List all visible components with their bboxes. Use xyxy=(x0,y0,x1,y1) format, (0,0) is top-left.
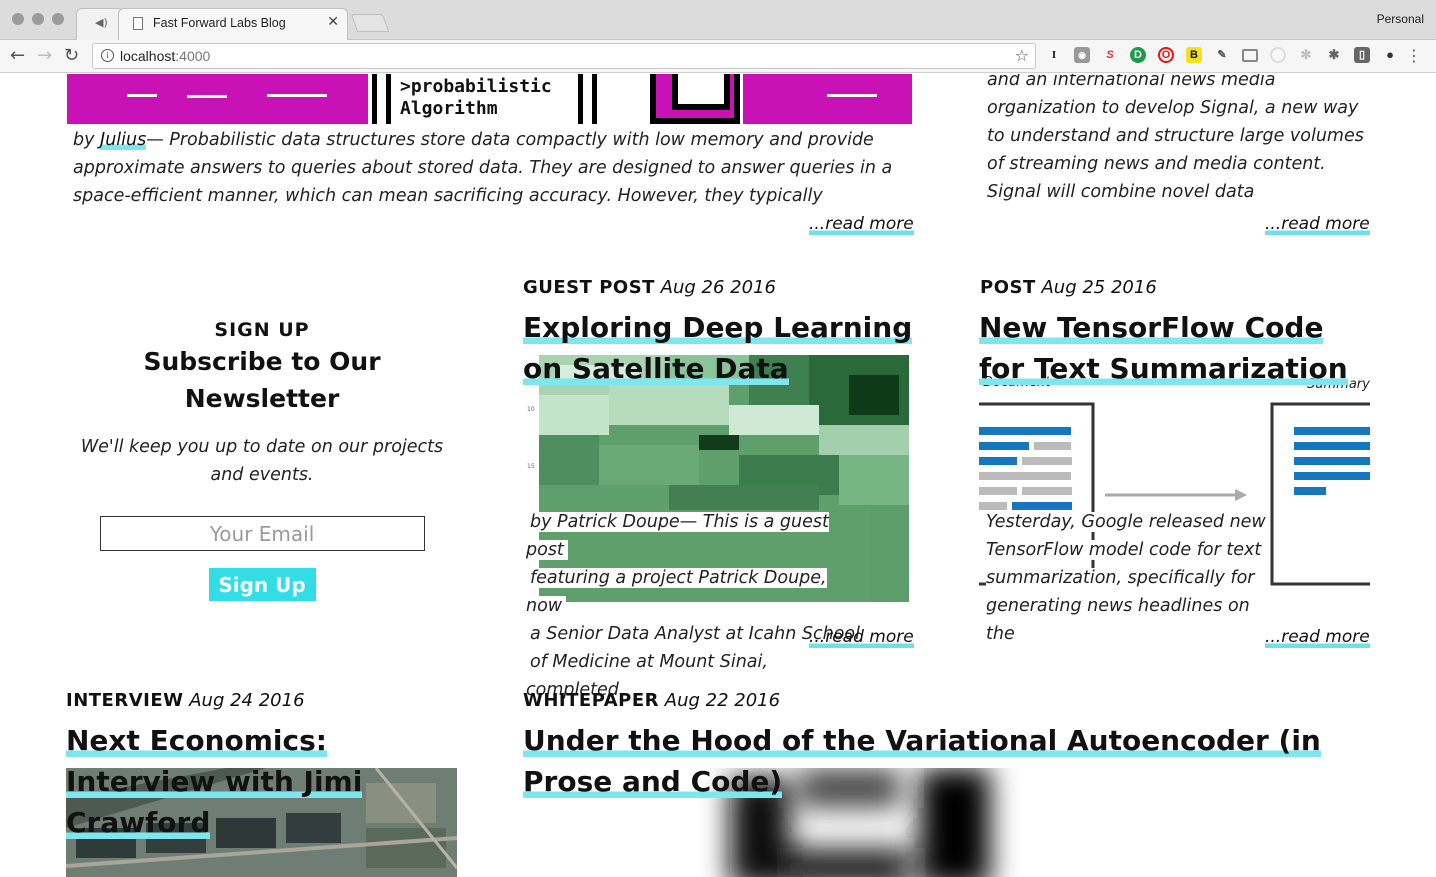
d-extension-icon[interactable]: D xyxy=(1130,47,1146,63)
excerpt-line: featuring a project Patrick Doupe, now xyxy=(526,568,827,616)
author-link-julius[interactable]: Julius xyxy=(100,130,147,150)
excerpt-line: by Patrick Doupe— This is a guest post xyxy=(526,512,829,560)
excerpt-line: Yesterday, Google released new xyxy=(986,512,1270,532)
b-extension-icon[interactable]: B xyxy=(1186,47,1202,63)
address-bar[interactable]: i localhost:4000 ☆ xyxy=(92,43,1036,69)
gear-extension-icon[interactable]: ✻ xyxy=(1298,47,1314,63)
signup-title: Subscribe to Our Newsletter xyxy=(143,347,381,413)
circle-extension-icon[interactable] xyxy=(1270,47,1286,63)
browser-tab-strip: ◀) Fast Forward Labs Blog ✕ Personal xyxy=(0,0,1436,40)
axis-tick: 15 xyxy=(527,463,535,470)
minimize-window-button[interactable] xyxy=(32,13,44,25)
opera-extension-icon[interactable]: O xyxy=(1158,47,1174,63)
email-field[interactable] xyxy=(99,516,425,551)
excerpt-line: TensorFlow model code for text xyxy=(986,540,1266,560)
excerpt-line: summarization, specifically for xyxy=(986,568,1259,588)
camera-extension-icon[interactable]: ◉ xyxy=(1074,47,1090,63)
zoom-window-button[interactable] xyxy=(52,13,64,25)
graphic-bar xyxy=(592,74,597,124)
bug-extension-icon[interactable]: ✱ xyxy=(1326,47,1342,63)
speaker-icon: ◀) xyxy=(95,16,108,29)
read-more-link[interactable]: ...read more xyxy=(809,214,914,235)
url-text: localhost:4000 xyxy=(120,48,211,64)
browser-toolbar: ← → ↻ i localhost:4000 ☆ I ◉ S D O B ✎ ✻… xyxy=(0,40,1436,73)
browser-menu-icon[interactable]: ⋮ xyxy=(1406,46,1422,65)
close-window-button[interactable] xyxy=(12,13,24,25)
post-meta: WHITEPAPER Aug 22 2016 xyxy=(523,690,781,711)
signup-label: SIGN UP xyxy=(214,319,310,341)
back-arrow-icon[interactable]: ← xyxy=(10,45,25,66)
read-more-link[interactable]: ...read more xyxy=(809,627,914,648)
signal-post-excerpt: and an international news media organiza… xyxy=(987,74,1364,202)
pin-extension-icon[interactable]: ✎ xyxy=(1214,47,1230,63)
document-icon xyxy=(133,17,143,30)
sign-up-button[interactable]: Sign Up xyxy=(208,568,316,601)
close-icon[interactable]: ✕ xyxy=(327,14,339,30)
reload-icon[interactable]: ↻ xyxy=(64,45,79,66)
post-meta: POST Aug 25 2016 xyxy=(980,277,1157,298)
graphic-box xyxy=(650,74,740,124)
info-icon[interactable]: i xyxy=(101,49,114,62)
post-meta: GUEST POST Aug 26 2016 xyxy=(523,277,776,298)
guest-post-excerpt: by Patrick Doupe— This is a guest post f… xyxy=(526,508,870,704)
bookmark-star-icon[interactable]: ☆ xyxy=(1015,46,1029,65)
newsletter-signup: SIGN UP Subscribe to Our Newsletter We'l… xyxy=(66,319,458,601)
post-title-link[interactable]: Under the Hood of the Variational Autoen… xyxy=(523,720,1373,802)
graphic-bar xyxy=(372,74,377,124)
page-viewport: >probabilistic Algorithm by Julius— Prob… xyxy=(0,74,1436,877)
signup-description: We'll keep you up to date on our project… xyxy=(80,437,444,485)
cookie-extension-icon[interactable]: ● xyxy=(1382,47,1398,63)
tab-fast-forward-labs-blog[interactable]: Fast Forward Labs Blog ✕ xyxy=(118,8,348,40)
probabilistic-algorithm-label: >probabilistic Algorithm xyxy=(400,76,552,119)
post-title-link[interactable]: Exploring Deep Learning on Satellite Dat… xyxy=(523,307,913,389)
forward-arrow-icon[interactable]: → xyxy=(37,45,52,66)
cast-icon[interactable] xyxy=(1242,49,1258,62)
tab-title: Fast Forward Labs Blog xyxy=(153,16,286,30)
read-more-link[interactable]: ...read more xyxy=(1265,214,1370,235)
instapaper-extension-icon[interactable]: I xyxy=(1046,47,1062,63)
post-meta: INTERVIEW Aug 24 2016 xyxy=(66,690,305,711)
axis-tick: 10 xyxy=(527,406,535,413)
s-extension-icon[interactable]: S xyxy=(1102,47,1118,63)
post-title-link[interactable]: New TensorFlow Code for Text Summarizati… xyxy=(979,307,1374,389)
profile-button[interactable]: Personal xyxy=(1377,12,1424,26)
graphic-bar xyxy=(386,74,391,124)
excerpt-line: generating news headlines on the xyxy=(986,596,1250,644)
pinned-tab-audio[interactable]: ◀) xyxy=(76,8,124,40)
post-title-link[interactable]: Next Economics: Interview with Jimi Craw… xyxy=(66,720,466,843)
read-more-link[interactable]: ...read more xyxy=(1265,627,1370,648)
new-tab-button[interactable] xyxy=(350,14,390,32)
graphic-bar xyxy=(578,74,583,124)
save-extension-icon[interactable]: ▯ xyxy=(1354,47,1370,63)
tensorflow-post-excerpt: Yesterday, Google released new TensorFlo… xyxy=(986,508,1286,648)
probabilistic-post-excerpt: by Julius— Probabilistic data structures… xyxy=(73,130,893,206)
